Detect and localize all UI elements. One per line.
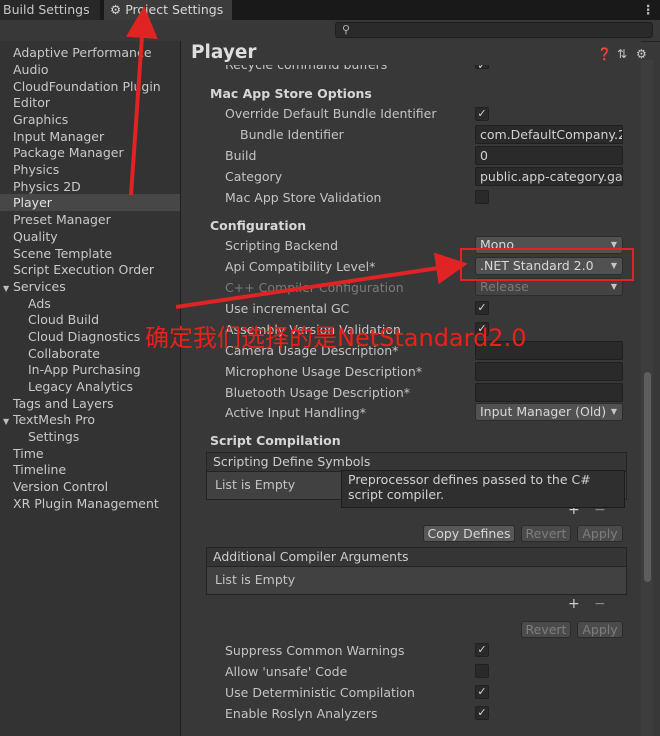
annotation-text: 确定我们选择的是NetStandard2.0 <box>145 324 527 352</box>
annotation-arrow-up <box>125 6 158 196</box>
annotation-arrows <box>125 6 468 309</box>
annotation-arrow-right <box>175 252 468 309</box>
